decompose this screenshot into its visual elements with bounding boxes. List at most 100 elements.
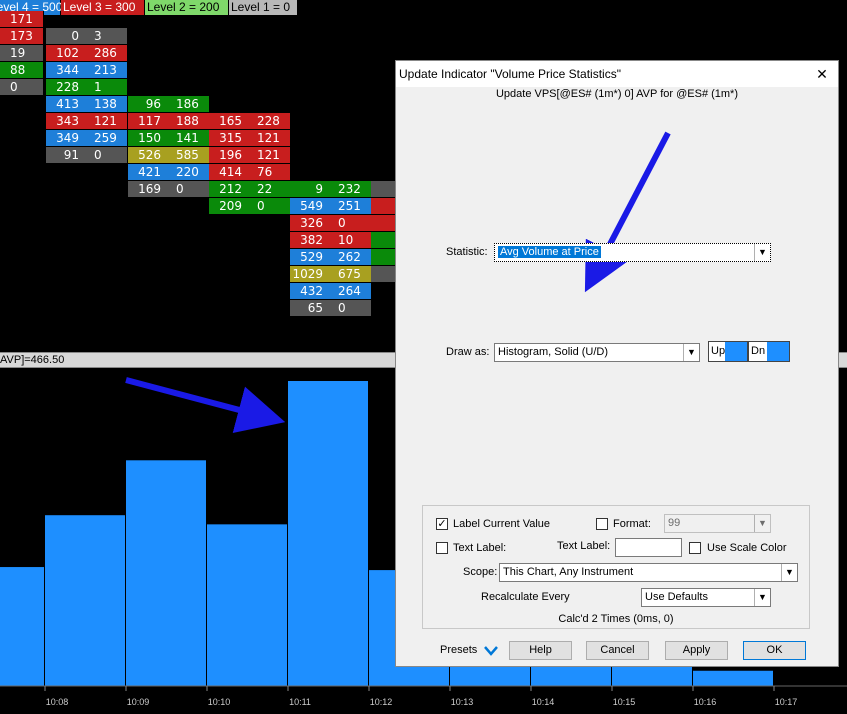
text-label-checkbox[interactable] [436, 542, 448, 554]
down-color-swatch[interactable]: Dn [748, 341, 790, 362]
chevron-down-icon[interactable]: ▼ [754, 244, 770, 261]
scope-select[interactable]: This Chart, Any Instrument ▼ [499, 563, 798, 582]
cell-ask: 264 [338, 284, 361, 298]
use-scale-color-checkbox[interactable] [689, 542, 701, 554]
chevron-down-icon[interactable] [484, 646, 498, 656]
cell-ask: 675 [338, 267, 361, 281]
cell-ask: 1 [94, 80, 102, 94]
cell-bid: 421 [138, 165, 161, 179]
cell-ask: 171 [10, 12, 33, 26]
footprint-cell: 414 76 [209, 164, 291, 181]
cell-bid: 529 [300, 250, 323, 264]
format-select[interactable]: 99 ▼ [664, 514, 771, 533]
cell-bid: 102 [56, 46, 79, 60]
format-label: Format: [613, 518, 651, 530]
cell-ask: 186 [176, 97, 199, 111]
label-current-value-label: Label Current Value [453, 518, 551, 530]
draw-as-select[interactable]: Histogram, Solid (U/D) ▼ [494, 343, 700, 362]
legend-item: Level 2 = 200 [145, 0, 228, 15]
annotation-arrow-statistic [584, 131, 671, 293]
histogram-bar [288, 381, 368, 686]
footprint-cell: 413 138 [46, 96, 128, 113]
histogram-bar [0, 567, 44, 686]
draw-as-value: Histogram, Solid (U/D) [498, 346, 609, 358]
format-checkbox[interactable] [596, 518, 608, 530]
cell-ask: 19 [10, 46, 26, 60]
indicator-value-label: AVP]=466.50 [0, 354, 65, 366]
dialog-title-bar[interactable]: Update Indicator "Volume Price Statistic… [396, 61, 838, 87]
cell-bid: 209 [219, 199, 242, 213]
time-label: 10:16 [694, 697, 717, 707]
footprint-cell: 171 [0, 11, 44, 28]
cell-ask: 286 [94, 46, 117, 60]
histogram-bar [126, 460, 206, 686]
recalculate-select[interactable]: Use Defaults ▼ [641, 588, 771, 607]
footprint-cell: 169 0 [128, 181, 210, 198]
cell-ask: 251 [338, 199, 361, 213]
format-value: 99 [668, 517, 681, 529]
recalculate-value: Use Defaults [645, 591, 708, 603]
time-label: 10:10 [208, 697, 231, 707]
cell-ask: 0 [10, 80, 18, 94]
up-color-swatch[interactable]: Up [708, 341, 748, 362]
statistic-select[interactable]: Avg Volume at Price ▼ [494, 243, 771, 262]
dn-color [767, 342, 789, 361]
footprint-cell: 326 0 [290, 215, 372, 232]
cell-ask: 138 [94, 97, 117, 111]
footprint-cell: 1029 675 [290, 266, 372, 283]
chevron-down-icon[interactable]: ▼ [781, 564, 797, 581]
footprint-cell: 315 121 [209, 130, 291, 147]
cell-ask: 3 [94, 29, 102, 43]
help-button[interactable]: Help [509, 641, 572, 660]
use-scale-color-label: Use Scale Color [707, 542, 787, 554]
footprint-cell: 349 259 [46, 130, 128, 147]
statistic-value: Avg Volume at Price [498, 246, 601, 258]
cell-ask: 121 [257, 148, 280, 162]
legend-item: Level 1 = 0 [229, 0, 297, 15]
footprint-cell: 102 286 [46, 45, 128, 62]
dialog-title: Update Indicator "Volume Price Statistic… [399, 67, 621, 81]
cell-ask: 22 [257, 182, 273, 196]
label-current-value-checkbox[interactable]: ✓ [436, 518, 448, 530]
cell-bid: 165 [219, 114, 242, 128]
footprint-cell: 196 121 [209, 147, 291, 164]
histogram-bar [45, 515, 125, 686]
footprint-cell: 96 186 [128, 96, 210, 113]
histogram-bar [207, 524, 287, 686]
cell-bid: 65 [307, 301, 323, 315]
cell-bid: 526 [138, 148, 161, 162]
cell-ask: 121 [257, 131, 280, 145]
time-label: 10:13 [451, 697, 474, 707]
chevron-down-icon[interactable]: ▼ [754, 589, 770, 606]
footprint-cell: 421 220 [128, 164, 210, 181]
cell-ask: 10 [338, 233, 354, 247]
chevron-down-icon[interactable]: ▼ [754, 515, 770, 532]
up-color [725, 342, 747, 361]
legend-item: Level 3 = 300 [61, 0, 144, 15]
cancel-button[interactable]: Cancel [586, 641, 649, 660]
close-icon[interactable]: ✕ [812, 61, 832, 87]
draw-as-label: Draw as: [446, 346, 490, 358]
footprint-cell: 117 188 [128, 113, 210, 130]
cell-ask: 232 [338, 182, 361, 196]
cell-ask: 262 [338, 250, 361, 264]
calcd-status: Calc'd 2 Times (0ms, 0) [558, 613, 674, 625]
statistic-label: Statistic: [446, 246, 488, 258]
chevron-down-icon[interactable]: ▼ [683, 344, 699, 361]
cell-ask: 228 [257, 114, 280, 128]
cell-bid: 343 [56, 114, 79, 128]
footprint-cell: 91 0 [46, 147, 128, 164]
cell-bid: 349 [56, 131, 79, 145]
footprint-cell: 228 1 [46, 79, 128, 96]
footprint-cell: 65 0 [290, 300, 372, 317]
dialog-subtitle: Update VPS[@ES# (1m*) 0] AVP for @ES# (1… [495, 88, 739, 100]
cell-ask: 220 [176, 165, 199, 179]
text-label-input[interactable] [615, 538, 682, 557]
presets-label[interactable]: Presets [440, 643, 477, 657]
update-indicator-dialog: Update Indicator "Volume Price Statistic… [395, 60, 839, 667]
ok-button[interactable]: OK [743, 641, 806, 660]
apply-button[interactable]: Apply [665, 641, 728, 660]
cell-bid: 196 [219, 148, 242, 162]
footprint-cell: 173 [0, 28, 44, 45]
cell-bid: 382 [300, 233, 323, 247]
